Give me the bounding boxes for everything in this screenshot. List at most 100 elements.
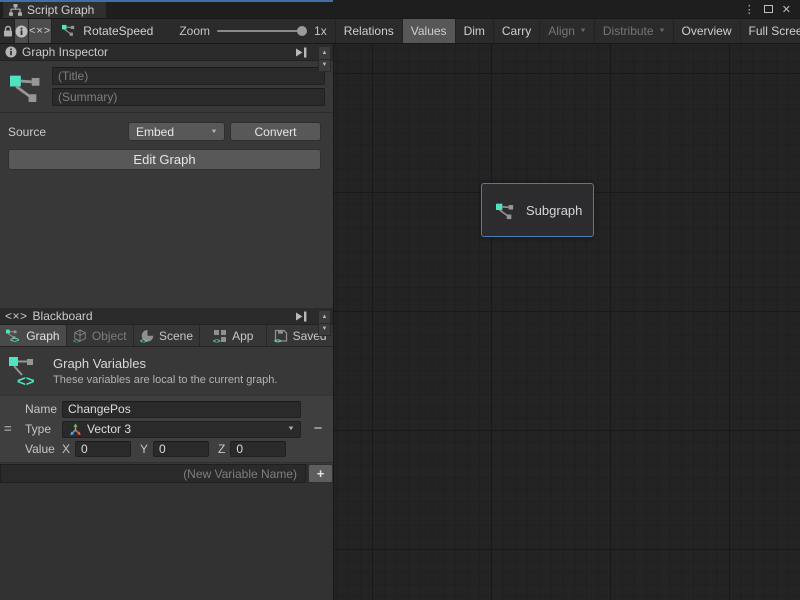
focus-indicator-line <box>0 0 333 2</box>
graph-toolbar: <×> RotateSpeed Zoom 1x Relations Values… <box>0 18 800 44</box>
tab-app[interactable]: <> App <box>200 325 267 346</box>
name-label: Name <box>25 402 62 416</box>
svg-text:<>: <> <box>17 373 35 388</box>
tab-graph[interactable]: <> Graph <box>0 325 67 346</box>
blackboard-icon: <×> <box>5 309 28 323</box>
chevron-down-icon: ▼ <box>287 426 295 432</box>
toolbar-button-distribute[interactable]: Distribute ▼ <box>594 19 673 43</box>
section-title: Graph Variables <box>53 356 277 371</box>
zoom-control: Zoom 1x <box>179 19 326 43</box>
graph-canvas[interactable]: Subgraph <box>334 44 800 600</box>
source-label: Source <box>8 125 128 139</box>
chevron-down-icon: ▼ <box>210 129 218 135</box>
title-field[interactable] <box>52 67 325 85</box>
scroll-down-icon[interactable]: ▼ <box>319 60 330 72</box>
lock-icon <box>2 25 14 38</box>
section-subtitle: These variables are local to the current… <box>53 374 277 386</box>
scroll-down-icon[interactable]: ▼ <box>319 324 330 336</box>
inspector-title-section <box>0 61 333 113</box>
tab-title: Script Graph <box>27 3 94 17</box>
zoom-value: 1x <box>314 24 327 38</box>
zoom-label: Zoom <box>179 24 210 38</box>
z-value-input[interactable] <box>230 441 286 457</box>
blackboard-tabs: <> Graph <> Object <box>0 325 333 347</box>
panel-spacer <box>0 170 333 308</box>
toolbar-button-dim[interactable]: Dim <box>455 19 493 43</box>
graph-tab-icon: <> <box>6 328 21 343</box>
lock-button[interactable] <box>2 19 15 43</box>
edit-graph-button[interactable]: Edit Graph <box>8 149 321 170</box>
toolbar-button-fullscreen[interactable]: Full Screen <box>740 19 800 43</box>
script-graph-window: Script Graph ⋮ ✕ <box>0 0 800 600</box>
toolbar-button-relations[interactable]: Relations <box>335 19 402 43</box>
tab-scene[interactable]: <> Scene <box>134 325 201 346</box>
app-icon: <> <box>213 329 227 343</box>
graph-icon <box>62 23 78 39</box>
tab-strip: Script Graph ⋮ ✕ <box>0 0 800 18</box>
panel-scroll-arrows[interactable]: ▲ ▼ <box>318 46 331 72</box>
toolbar-button-carry[interactable]: Carry <box>493 19 539 43</box>
dock-panel-icon[interactable] <box>295 47 308 58</box>
breadcrumb-label: RotateSpeed <box>83 24 153 38</box>
new-variable-input[interactable] <box>0 464 306 483</box>
variable-name-input[interactable] <box>62 401 301 418</box>
type-dropdown[interactable]: Vector 3 ▼ <box>62 421 301 438</box>
toolbar-button-overview[interactable]: Overview <box>673 19 740 43</box>
vector3-icon <box>69 423 82 436</box>
save-icon: <> <box>274 329 288 343</box>
tab-script-graph[interactable]: Script Graph <box>3 2 106 18</box>
svg-text:<>: <> <box>10 336 20 344</box>
info-icon <box>5 46 17 58</box>
scene-icon: <> <box>140 329 154 343</box>
maximize-icon[interactable] <box>764 5 773 13</box>
window-menu-icon[interactable]: ⋮ <box>744 3 755 16</box>
chevron-down-icon: ▼ <box>579 28 587 34</box>
add-variable-button[interactable]: + <box>308 464 333 483</box>
svg-text:<>: <> <box>274 338 282 343</box>
breadcrumb[interactable]: RotateSpeed <box>52 19 163 43</box>
x-value-input[interactable] <box>75 441 131 457</box>
svg-text:<>: <> <box>140 338 148 343</box>
side-panel: Graph Inspector ▲ ▼ <box>0 44 334 600</box>
toolbar-button-align[interactable]: Align ▼ <box>539 19 594 43</box>
scroll-up-icon[interactable]: ▲ <box>319 311 330 324</box>
window-controls: ⋮ ✕ <box>744 0 800 18</box>
variable-value-row: Value X Y Z <box>0 439 333 459</box>
remove-variable-button[interactable]: − <box>309 420 327 436</box>
type-label: Type <box>25 422 62 436</box>
new-variable-row: + <box>0 464 333 483</box>
graph-variables-icon: <> <box>4 354 44 388</box>
info-icon <box>15 25 28 38</box>
inspector-toggle-button[interactable] <box>15 19 29 43</box>
value-label: Value <box>25 442 62 456</box>
node-label: Subgraph <box>526 203 582 218</box>
panel-title: Graph Inspector <box>22 45 108 59</box>
y-value-input[interactable] <box>153 441 209 457</box>
cube-icon: <> <box>73 329 87 343</box>
y-axis-label: Y <box>140 442 148 456</box>
variable-name-row: Name <box>0 399 333 419</box>
subgraph-node[interactable]: Subgraph <box>481 183 594 237</box>
drag-handle-icon[interactable]: = <box>4 421 12 436</box>
summary-field[interactable] <box>52 88 325 106</box>
zoom-slider[interactable] <box>217 30 307 32</box>
scroll-up-icon[interactable]: ▲ <box>319 47 330 60</box>
panel-scroll-arrows[interactable]: ▲ ▼ <box>318 310 331 336</box>
convert-button[interactable]: Convert <box>230 122 321 141</box>
toolbar-buttons: Relations Values Dim Carry Align ▼ Distr… <box>335 19 800 43</box>
toolbar-button-values[interactable]: Values <box>402 19 455 43</box>
graph-inspector-header: Graph Inspector ▲ ▼ <box>0 44 333 61</box>
panel-empty-area <box>0 483 333 600</box>
variable-row: Name = Type <box>0 395 333 463</box>
variable-type-row: = Type Ve <box>0 419 333 439</box>
close-icon[interactable]: ✕ <box>782 3 791 16</box>
svg-text:<>: <> <box>213 338 221 343</box>
blackboard-toggle-button[interactable]: <×> <box>29 19 52 43</box>
dock-panel-icon[interactable] <box>295 311 308 322</box>
zoom-slider-thumb[interactable] <box>297 26 307 36</box>
source-dropdown[interactable]: Embed ▼ <box>128 122 225 141</box>
panel-title: Blackboard <box>33 309 93 323</box>
tab-object[interactable]: <> Object <box>67 325 134 346</box>
blackboard-header: <×> Blackboard ▲ ▼ <box>0 308 333 325</box>
z-axis-label: Z <box>218 442 225 456</box>
